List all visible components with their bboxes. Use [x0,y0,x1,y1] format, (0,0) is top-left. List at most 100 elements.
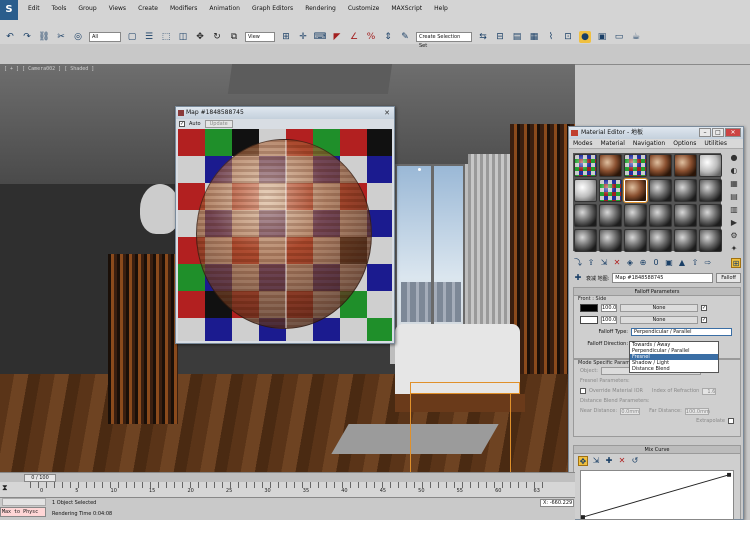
time-slider[interactable]: 0 / 100 [24,474,56,482]
me-menu-navigation[interactable]: Navigation [629,139,669,148]
sample-slot[interactable] [674,229,697,252]
menu-create[interactable]: Create [134,4,166,14]
menu-edit[interactable]: Edit [24,4,48,14]
front-map-button[interactable]: None [620,304,698,312]
side-color-swatch[interactable] [580,316,598,324]
go-forward-sibling-icon[interactable]: ⇨ [703,258,713,268]
side-map-checkbox[interactable]: ✓ [701,317,707,323]
schematic-view-icon[interactable]: ⊡ [562,31,574,43]
window-crossing-icon[interactable]: ◫ [177,31,189,43]
sample-slot[interactable] [574,179,597,202]
reset-curve-icon[interactable]: ↺ [630,456,640,466]
viewport-label[interactable]: [ + ] [ Camera002 ] [ Shaded ] [4,66,94,72]
update-button[interactable]: Update [204,119,233,128]
mini-listener-top[interactable] [2,498,46,506]
pick-material-icon[interactable]: ✚ [573,273,583,283]
go-to-parent-icon[interactable]: ⇧ [690,258,700,268]
maxscript-listener[interactable]: Max to Physc [0,507,46,517]
manipulate-icon[interactable]: ✛ [297,31,309,43]
move-point-icon[interactable]: ✥ [578,456,588,466]
sample-slot[interactable] [674,179,697,202]
menu-graph-editors[interactable]: Graph Editors [248,4,301,14]
keyboard-shortcut-icon[interactable]: ⌨ [314,31,327,43]
front-color-swatch[interactable] [580,304,598,312]
move-icon[interactable]: ✥ [194,31,206,43]
put-to-scene-icon[interactable]: ⇪ [586,258,596,268]
menu-animation[interactable]: Animation [205,4,248,14]
material-id-icon[interactable]: 0 [651,258,661,268]
make-preview-icon[interactable]: ▶ [729,218,739,228]
sample-slot[interactable] [649,179,672,202]
percent-snap-icon[interactable]: % [365,31,377,43]
sample-type-icon[interactable]: ● [729,153,739,163]
material-editor-icon[interactable]: ● [579,31,591,43]
sample-slot[interactable] [624,204,647,227]
make-unique-icon[interactable]: ◈ [625,258,635,268]
layer-manager-icon[interactable]: ▤ [511,31,523,43]
track-bar-filter-icon[interactable]: ⧗ [2,483,18,497]
me-menu-material[interactable]: Material [596,139,628,148]
sample-slot[interactable] [624,229,647,252]
graphite-tools-icon[interactable]: ▦ [528,31,540,43]
map-window-titlebar[interactable]: Map #1848588745 ✕ [176,107,394,119]
track-bar[interactable]: 0 5 10 15 20 25 30 35 40 45 50 55 60 63 [0,482,575,498]
sample-slot[interactable] [599,179,622,202]
pivot-icon[interactable]: ⊞ [280,31,292,43]
rotate-icon[interactable]: ↻ [211,31,223,43]
sample-slot[interactable] [699,229,722,252]
select-by-material-icon[interactable]: ✦ [729,244,739,254]
material-editor-titlebar[interactable]: Material Editor - 地板 – □ ✕ [569,127,743,139]
extrapolate-checkbox[interactable] [728,418,734,424]
falloff-parameters-header[interactable]: Falloff Parameters [574,288,740,296]
show-end-result-icon[interactable]: ▲ [677,258,687,268]
map-name-field[interactable]: Map #1848588745 [612,273,714,283]
menu-group[interactable]: Group [74,4,104,14]
menu-modifiers[interactable]: Modifiers [166,4,205,14]
select-by-name-icon[interactable]: ☰ [143,31,155,43]
dropdown-option-distance-blend[interactable]: Distance Blend [630,366,718,372]
app-logo[interactable]: S [0,0,18,20]
auto-checkbox[interactable]: ✓ [179,120,185,127]
material-map-navigator-icon[interactable]: ⊞ [731,258,741,268]
rectangular-selection-icon[interactable]: ⬚ [160,31,172,43]
minimize-icon[interactable]: – [699,128,711,137]
x-coordinate-field[interactable]: X: -660.229 [540,499,574,507]
sample-slot-active[interactable] [623,178,648,203]
align-icon[interactable]: ⊟ [494,31,506,43]
bind-space-warp-icon[interactable]: ◎ [72,31,84,43]
front-map-checkbox[interactable]: ✓ [701,305,707,311]
reference-coordinate-select[interactable]: View [245,32,275,42]
sample-slot[interactable] [574,204,597,227]
spinner-snap-icon[interactable]: ⇕ [382,31,394,43]
map-type-button[interactable]: Falloff [716,273,741,283]
sample-slot[interactable] [699,179,722,202]
sample-slot[interactable] [574,154,597,177]
sample-slot[interactable] [599,229,622,252]
sample-slot[interactable] [674,154,697,177]
me-menu-modes[interactable]: Modes [569,139,596,148]
sample-slot[interactable] [624,154,647,177]
menu-views[interactable]: Views [105,4,134,14]
angle-snap-icon[interactable]: ∠ [348,31,360,43]
mirror-icon[interactable]: ⇆ [477,31,489,43]
mix-curve-header[interactable]: Mix Curve [574,446,740,454]
menu-rendering[interactable]: Rendering [301,4,344,14]
reset-map-icon[interactable]: ✕ [612,258,622,268]
backlight-icon[interactable]: ◐ [729,166,739,176]
link-icon[interactable]: ⛓ [38,31,50,43]
far-distance-spinner[interactable]: 100.0mm [684,407,710,415]
sample-slot[interactable] [649,229,672,252]
menu-help[interactable]: Help [430,4,456,14]
maximize-icon[interactable]: □ [712,128,724,137]
named-selection-set-select[interactable]: Create Selection Set [416,32,472,49]
sample-slot[interactable] [674,204,697,227]
sample-slot[interactable] [599,204,622,227]
sample-slot[interactable] [649,154,672,177]
assign-to-selection-icon[interactable]: ⇲ [599,258,609,268]
edit-named-selection-icon[interactable]: ✎ [399,31,411,43]
render-production-icon[interactable]: ☕ [630,31,642,43]
show-map-icon[interactable]: ▣ [664,258,674,268]
menu-maxscript[interactable]: MAXScript [387,4,430,14]
ior-spinner[interactable]: 1.6 [702,387,717,395]
scale-icon[interactable]: ⧉ [228,31,240,43]
